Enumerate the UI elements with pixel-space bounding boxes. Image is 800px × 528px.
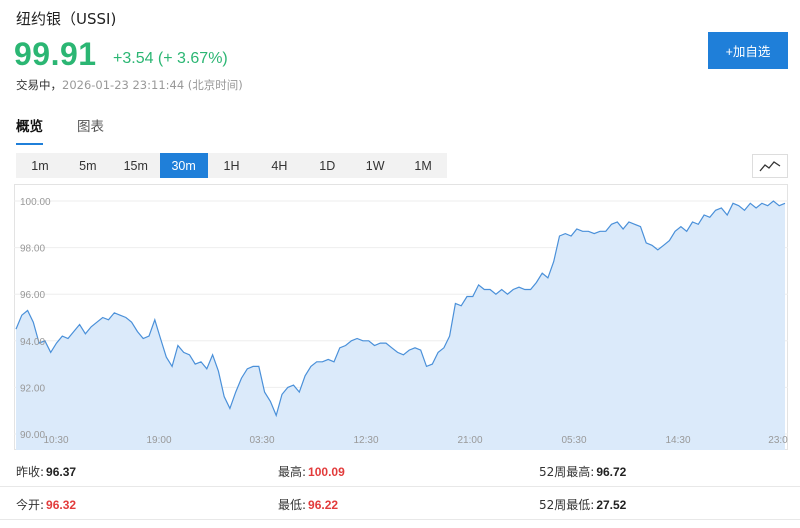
period-1d[interactable]: 1D bbox=[303, 153, 351, 178]
period-1w[interactable]: 1W bbox=[351, 153, 399, 178]
timestamp: 2026-01-23 23:11:44 bbox=[62, 78, 185, 92]
stat-52w-low: 52周最低: 27.52 bbox=[539, 496, 626, 513]
stat-low: 最低: 96.22 bbox=[278, 496, 338, 513]
trading-status: 交易中，2026-01-23 23:11:44 (北京时间) bbox=[16, 77, 243, 93]
stat-label: 52周最低: bbox=[539, 498, 595, 512]
stat-value: 96.37 bbox=[46, 465, 77, 479]
x-tick-label: 19:00 bbox=[146, 435, 171, 446]
stat-label: 52周最高: bbox=[539, 465, 595, 479]
x-tick-label: 03:30 bbox=[249, 435, 274, 446]
line-chart-icon bbox=[759, 161, 781, 172]
tab-chart[interactable]: 图表 bbox=[77, 115, 104, 145]
y-tick-label: 92.00 bbox=[20, 383, 45, 394]
y-tick-label: 100.00 bbox=[20, 197, 51, 208]
stat-label: 今开: bbox=[16, 498, 45, 512]
stat-value: 96.72 bbox=[596, 465, 627, 479]
stats-panel: 昨收: 96.37 最高: 100.09 52周最高: 96.72 今开: 96.32 … bbox=[0, 454, 800, 520]
status-label: 交易中， bbox=[16, 78, 62, 92]
x-tick-label: 21:00 bbox=[457, 435, 482, 446]
stats-row: 昨收: 96.37 最高: 100.09 52周最高: 96.72 bbox=[0, 454, 800, 487]
stat-label: 昨收: bbox=[16, 465, 45, 479]
chart-type-button[interactable] bbox=[752, 154, 788, 178]
stats-row: 今开: 96.32 最低: 96.22 52周最低: 27.52 bbox=[0, 487, 800, 520]
y-tick-label: 98.00 bbox=[20, 244, 45, 255]
period-5m[interactable]: 5m bbox=[64, 153, 112, 178]
price-chart[interactable]: 90.00 92.00 94.00 96.00 98.00 100.00 10:30 19:0… bbox=[14, 184, 788, 450]
stat-open: 今开: 96.32 bbox=[16, 496, 76, 513]
stat-value: 96.22 bbox=[308, 498, 339, 512]
period-30m[interactable]: 30m bbox=[159, 153, 208, 178]
stat-prev-close: 昨收: 96.37 bbox=[16, 463, 76, 480]
x-tick-label: 12:30 bbox=[353, 435, 378, 446]
stat-value: 96.32 bbox=[46, 498, 77, 512]
stat-value: 100.09 bbox=[308, 465, 345, 479]
add-to-watchlist-button[interactable]: +加自选 bbox=[708, 32, 788, 69]
price-change: +3.54 (+ 3.67%) bbox=[113, 50, 228, 67]
x-tick-label: 14:30 bbox=[665, 435, 690, 446]
stat-value: 27.52 bbox=[596, 498, 627, 512]
period-1m[interactable]: 1m bbox=[16, 153, 64, 178]
x-tick-label: 23:0 bbox=[768, 435, 788, 446]
instrument-title: 纽约银（USSI) bbox=[16, 10, 117, 28]
y-tick-label: 96.00 bbox=[20, 290, 45, 301]
stat-label: 最高: bbox=[278, 465, 307, 479]
x-tick-label: 05:30 bbox=[561, 435, 586, 446]
period-1mo[interactable]: 1M bbox=[399, 153, 447, 178]
stat-label: 最低: bbox=[278, 498, 307, 512]
stat-52w-high: 52周最高: 96.72 bbox=[539, 463, 626, 480]
period-4h[interactable]: 4H bbox=[255, 153, 303, 178]
tab-overview[interactable]: 概览 bbox=[16, 115, 43, 145]
y-tick-label: 94.00 bbox=[20, 337, 45, 348]
period-15m[interactable]: 15m bbox=[112, 153, 160, 178]
period-1h[interactable]: 1H bbox=[208, 153, 256, 178]
y-tick-label: 90.00 bbox=[20, 430, 45, 441]
timezone-label: (北京时间) bbox=[187, 78, 243, 92]
view-tabs: 概览 图表 bbox=[16, 115, 104, 145]
stat-high: 最高: 100.09 bbox=[278, 463, 345, 480]
x-tick-label: 10:30 bbox=[43, 435, 68, 446]
current-price: 99.91 bbox=[14, 36, 97, 72]
period-selector: 1m 5m 15m 30m 1H 4H 1D 1W 1M bbox=[16, 153, 447, 178]
